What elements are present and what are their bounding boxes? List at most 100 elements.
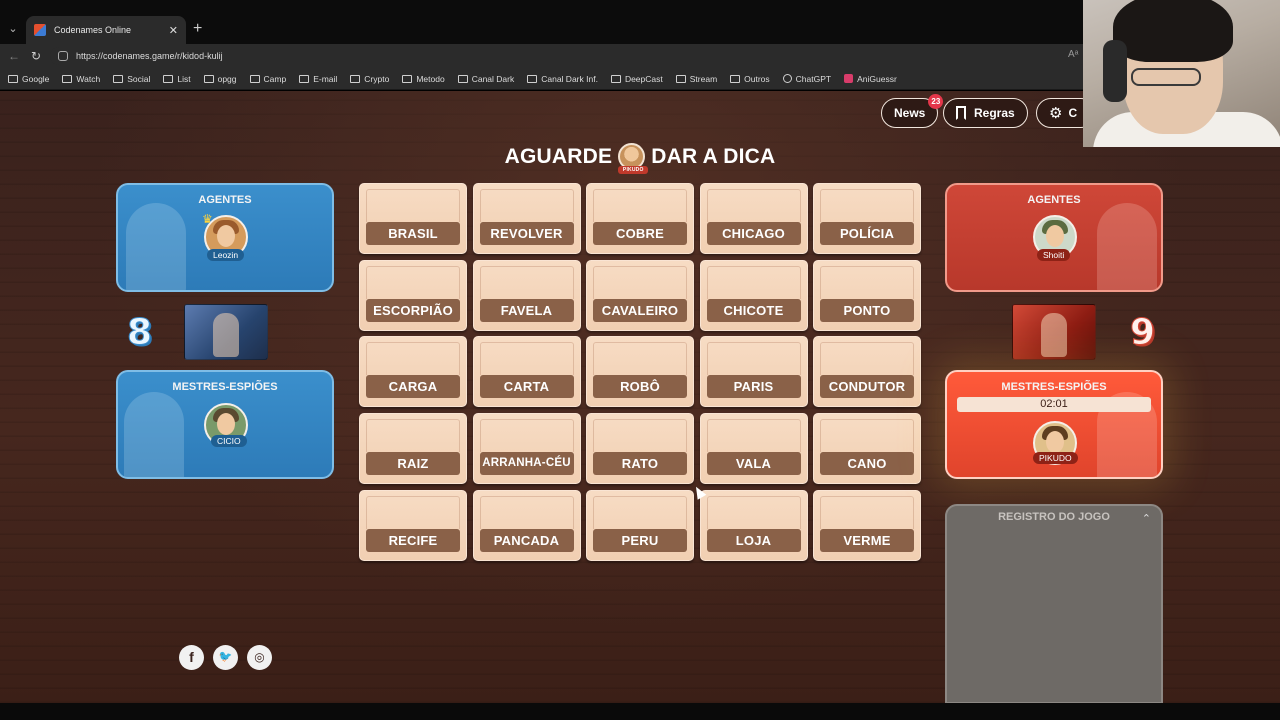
game-log-panel[interactable]: REGISTRO DO JOGO ⌃ xyxy=(945,504,1163,704)
red-agents-panel[interactable]: AGENTES Shoiti xyxy=(945,183,1163,292)
word-card[interactable]: RAIZ xyxy=(359,413,467,485)
word-card-label: CHICAGO xyxy=(706,222,801,245)
word-card[interactable]: CARGA xyxy=(359,336,467,408)
bookmark-item[interactable]: E-mail xyxy=(299,74,337,84)
word-card-label: ROBÔ xyxy=(593,375,687,399)
word-card[interactable]: ROBÔ xyxy=(586,336,694,408)
folder-icon xyxy=(113,74,124,83)
news-button[interactable]: News 23 xyxy=(881,94,944,128)
word-card-label: RECIFE xyxy=(366,528,460,552)
bookmark-label: Canal Dark xyxy=(471,73,515,84)
word-card[interactable]: PERU xyxy=(586,489,694,561)
bookmark-label: AniGuessr xyxy=(857,73,897,84)
blue-spymasters-title: MESTRES-ESPIÕES xyxy=(172,381,278,393)
bookmark-label: Google xyxy=(22,73,50,84)
bookmark-item[interactable]: opgg xyxy=(203,73,237,84)
bookmark-item[interactable]: AniGuessr xyxy=(844,74,897,84)
bookmark-item[interactable]: Google xyxy=(8,74,49,84)
back-arrow-icon[interactable]: ← xyxy=(8,48,20,64)
reload-icon[interactable]: ↻ xyxy=(31,48,41,64)
word-card-label: PONTO xyxy=(820,298,914,322)
bookmark-label: Metodo xyxy=(416,73,445,84)
word-card[interactable]: VALA xyxy=(699,413,808,485)
crown-icon: ♛ xyxy=(202,212,213,226)
bookmark-label: ChatGPT xyxy=(795,73,832,84)
tab-list-chevron-icon[interactable]: ⌄ xyxy=(4,18,22,40)
word-card[interactable]: REVOLVER xyxy=(472,183,581,254)
bottom-strip xyxy=(0,703,1280,720)
tab-close-icon[interactable]: ✕ xyxy=(169,24,178,37)
bookmark-item[interactable]: ChatGPT xyxy=(782,73,832,84)
red-spymasters-panel[interactable]: MESTRES-ESPIÕES 02:01 PIKUDO xyxy=(945,370,1163,479)
bookmark-item[interactable]: Watch xyxy=(62,74,100,84)
rules-button[interactable]: Regras xyxy=(943,98,1028,128)
bookmark-label: Social xyxy=(127,73,151,84)
word-card[interactable]: RECIFE xyxy=(359,489,467,561)
bookmark-item[interactable]: Outros xyxy=(730,74,770,84)
bookmark-item[interactable]: Stream xyxy=(675,74,717,84)
word-card[interactable]: BRASIL xyxy=(359,183,467,254)
word-card[interactable]: POLÍCIA xyxy=(813,183,921,254)
facebook-icon[interactable]: f xyxy=(179,645,204,670)
bookmark-label: opgg xyxy=(217,73,237,84)
word-card[interactable]: PARIS xyxy=(699,336,808,408)
avatar-tag: PIKUDO xyxy=(618,166,649,174)
blue-spymasters-panel[interactable]: MESTRES-ESPIÕES CICIO xyxy=(116,370,334,479)
folder-icon xyxy=(299,74,310,83)
bookmark-item[interactable]: Camp xyxy=(249,73,287,84)
red-team-card-image xyxy=(1012,304,1096,360)
word-card[interactable]: CHICAGO xyxy=(699,183,808,254)
word-card-label: VERME xyxy=(820,528,914,552)
blue-agents-panel[interactable]: AGENTES ♛ Leozin xyxy=(116,183,334,292)
reader-mode-icon[interactable]: Aᵃ xyxy=(1068,49,1078,60)
word-card[interactable]: PANCADA xyxy=(472,489,581,561)
word-card[interactable]: COBRE xyxy=(586,183,694,254)
site-info-icon[interactable] xyxy=(58,51,68,61)
bookmark-item[interactable]: Metodo xyxy=(402,73,445,84)
bookmark-item[interactable]: DeepCast xyxy=(610,74,663,84)
word-card[interactable]: CAVALEIRO xyxy=(586,259,694,331)
word-card-label: CONDUTOR xyxy=(820,375,914,399)
folder-icon xyxy=(249,74,260,83)
bookmark-item[interactable]: List xyxy=(163,74,191,84)
word-card[interactable]: CONDUTOR xyxy=(813,336,921,408)
word-card-label: FAVELA xyxy=(479,298,574,322)
word-card-label: PANCADA xyxy=(479,528,574,552)
spymaster-name-chip: CICIO xyxy=(211,435,247,447)
word-card[interactable]: FAVELA xyxy=(472,259,581,331)
word-card-label: ESCORPIÃO xyxy=(366,298,460,322)
bookmark-label: Watch xyxy=(76,73,101,84)
word-card-label: COBRE xyxy=(593,222,687,245)
browser-tab[interactable]: Codenames Online ✕ xyxy=(26,16,186,44)
globe-icon xyxy=(782,74,792,83)
red-agents-title: AGENTES xyxy=(1027,194,1081,206)
folder-icon xyxy=(610,74,621,83)
word-card[interactable]: RATO xyxy=(586,413,694,485)
word-card-label: POLÍCIA xyxy=(820,222,914,245)
twitter-icon[interactable]: 🐦 xyxy=(213,645,238,670)
status-text-before: AGUARDE xyxy=(504,144,613,168)
address-bar[interactable]: https://codenames.game/r/kidod-kulij xyxy=(50,47,1090,65)
folder-icon xyxy=(527,74,538,83)
game-log-title: REGISTRO DO JOGO xyxy=(998,511,1110,523)
word-card[interactable]: CARTA xyxy=(472,336,581,408)
word-card-label: PARIS xyxy=(706,375,801,399)
word-card[interactable]: ARRANHA-CÉU xyxy=(472,413,581,485)
bookmark-label: Camp xyxy=(263,73,287,84)
turn-timer: 02:01 xyxy=(957,397,1151,412)
word-card[interactable]: LOJA xyxy=(699,489,808,561)
chevron-up-icon[interactable]: ⌃ xyxy=(1142,512,1151,525)
word-card[interactable]: VERME xyxy=(813,489,921,561)
new-tab-plus-icon[interactable]: + xyxy=(193,19,202,39)
word-card[interactable]: ESCORPIÃO xyxy=(359,259,467,331)
bookmark-item[interactable]: Canal Dark Inf. xyxy=(527,74,598,84)
instagram-icon[interactable]: ◎ xyxy=(247,645,272,670)
bookmark-item[interactable]: Social xyxy=(113,74,150,84)
word-card[interactable]: CANO xyxy=(813,413,921,485)
word-card[interactable]: CHICOTE xyxy=(699,259,808,331)
word-card-label: CHICOTE xyxy=(706,298,801,322)
bookmark-item[interactable]: Canal Dark xyxy=(457,73,515,84)
bookmark-item[interactable]: Crypto xyxy=(350,74,389,84)
tab-title: Codenames Online xyxy=(54,25,132,35)
word-card[interactable]: PONTO xyxy=(813,259,921,331)
